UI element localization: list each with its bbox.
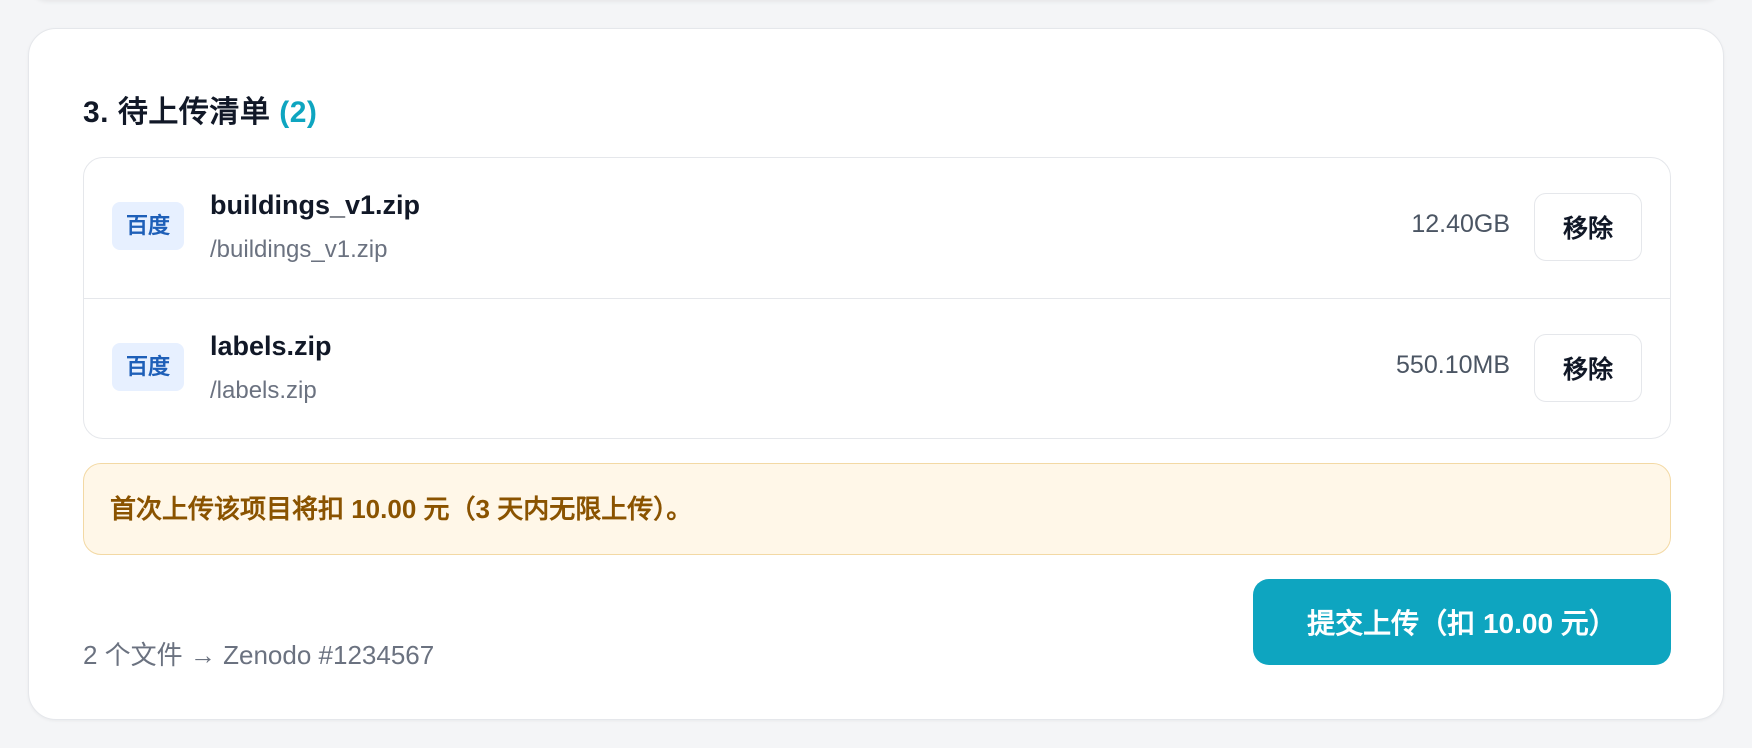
file-name: buildings_v1.zip [210,190,421,220]
file-size: 12.40GB [1411,210,1510,238]
file-row: 百度 labels.zip /labels.zip 550.10MB 移除 [84,299,1670,438]
source-badge: 百度 [112,202,184,250]
remove-button[interactable]: 移除 [1534,334,1642,402]
section-title: 3. 待上传清单 (2) [83,87,317,131]
file-size: 550.10MB [1396,351,1510,379]
remove-button[interactable]: 移除 [1534,193,1642,261]
file-name: labels.zip [210,331,332,361]
submit-upload-button[interactable]: 提交上传（扣 10.00 元） [1253,579,1671,665]
file-count: (2) [279,96,318,129]
section-title-text: 3. 待上传清单 [83,96,271,129]
file-path: /labels.zip [210,377,317,404]
file-list: 百度 buildings_v1.zip /buildings_v1.zip 12… [83,157,1671,439]
file-row: 百度 buildings_v1.zip /buildings_v1.zip 12… [84,158,1670,299]
upload-list-card: 3. 待上传清单 (2) 百度 buildings_v1.zip /buildi… [28,28,1724,720]
file-path: /buildings_v1.zip [210,236,388,263]
charge-notice: 首次上传该项目将扣 10.00 元（3 天内无限上传）。 [83,463,1671,555]
upload-summary: 2 个文件 → Zenodo #1234567 [83,640,435,670]
source-badge: 百度 [112,343,184,391]
